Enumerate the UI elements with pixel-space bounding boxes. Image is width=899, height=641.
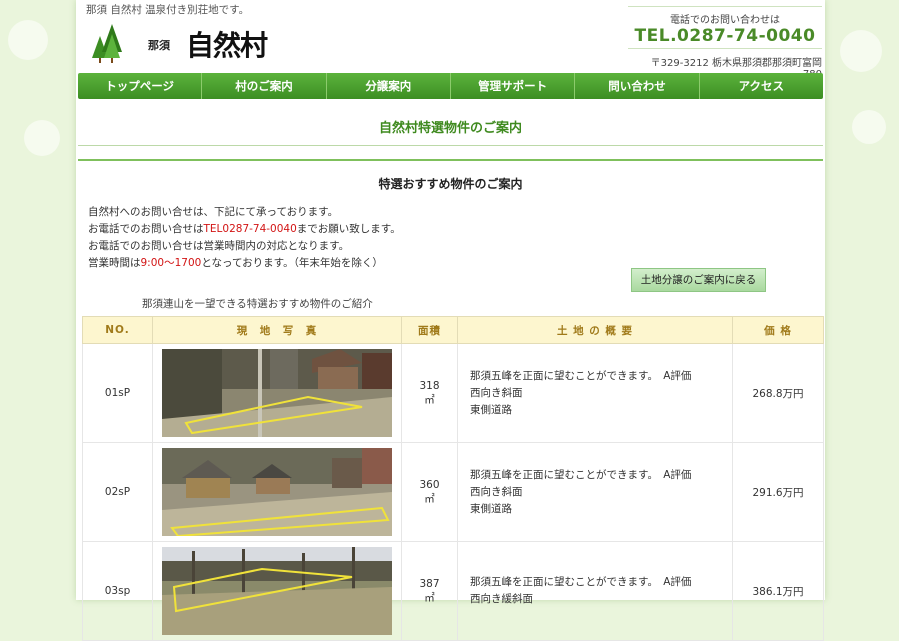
column-header-area: 面積 — [401, 316, 458, 344]
background-leaf — [8, 20, 48, 60]
property-area: 387 ㎡ — [401, 541, 458, 641]
summary-line: 那須五峰を正面に望むことができます。 A評価 — [470, 369, 692, 382]
summary-line: 西向き斜面 — [470, 485, 523, 498]
tree-logo-icon — [92, 24, 122, 63]
summary-line: 西向き斜面 — [470, 386, 523, 399]
background-leaf — [24, 120, 60, 156]
site-logo[interactable]: 那須 自然村 — [90, 22, 270, 66]
info-text: となっております。（年末年始を除く） — [201, 257, 383, 269]
nav-item-top[interactable]: トップページ — [78, 73, 203, 99]
section-title: 特選おすすめ物件のご案内 — [378, 177, 523, 191]
page-title: 自然村特選物件のご案内 — [78, 113, 823, 146]
property-no: 01sP — [82, 343, 153, 443]
column-header-photo: 現 地 写 真 — [152, 316, 402, 344]
intro-text: 那須連山を一望できる特選おすすめ物件のご紹介 — [142, 298, 373, 310]
property-price: 268.8万円 — [732, 343, 824, 443]
nav-item-village[interactable]: 村のご案内 — [202, 73, 327, 99]
background-leaf — [840, 30, 882, 72]
nav-item-sales[interactable]: 分譲案内 — [327, 73, 451, 99]
property-table: NO. 現 地 写 真 面積 土 地 の 概 要 価 格 01sP 318 ㎡ … — [82, 316, 824, 641]
property-summary: 那須五峰を正面に望むことができます。 A評価 西向き斜面 東側道路 — [457, 442, 733, 542]
info-line: お電話でのお問い合せは営業時間内の対応となります。 — [88, 240, 350, 252]
property-price: 291.6万円 — [732, 442, 824, 542]
nav-item-access[interactable]: アクセス — [700, 73, 823, 99]
property-photo[interactable] — [162, 448, 392, 536]
info-text: までお願い致します。 — [296, 223, 401, 235]
logo-prefix: 那須 — [148, 39, 170, 52]
column-header-price: 価 格 — [732, 316, 824, 344]
contact-tel[interactable]: TEL.0287-74-0040 — [628, 26, 822, 48]
column-header-no: NO. — [82, 316, 153, 344]
table-row: 03sp 387 ㎡ 那須五峰を正面に望むことができます。 A評価 西向き緩斜面… — [82, 541, 824, 641]
table-row: 02sP 360 ㎡ 那須五峰を正面に望むことができます。 A評価 西向き斜面 … — [82, 442, 824, 542]
summary-line: 東側道路 — [470, 502, 512, 515]
contact-info: 自然村へのお問い合せは、下記にて承っております。 お電話でのお問い合せはTEL0… — [88, 204, 401, 272]
table-header-row: NO. 現 地 写 真 面積 土 地 の 概 要 価 格 — [82, 316, 824, 344]
column-header-summary: 土 地 の 概 要 — [457, 316, 733, 344]
property-summary: 那須五峰を正面に望むことができます。 A評価 西向き緩斜面 — [457, 541, 733, 641]
info-tel: TEL0287-74-0040 — [203, 223, 297, 235]
area-unit: ㎡ — [424, 591, 435, 604]
nav-item-support[interactable]: 管理サポート — [451, 73, 576, 99]
summary-line: 東側道路 — [470, 403, 512, 416]
area-value: 318 — [419, 379, 440, 392]
table-row: 01sP 318 ㎡ 那須五峰を正面に望むことができます。 A評価 西向き斜面 … — [82, 343, 824, 443]
back-to-sales-button[interactable]: 土地分譲のご案内に戻る — [631, 268, 766, 292]
info-text: お電話でのお問い合せは — [88, 223, 204, 235]
background-leaf — [852, 110, 886, 144]
info-line: 自然村へのお問い合せは、下記にて承っております。 — [88, 206, 339, 218]
title-divider — [78, 159, 823, 161]
property-area: 318 ㎡ — [401, 343, 458, 443]
area-value: 360 — [419, 478, 440, 491]
area-unit: ㎡ — [424, 393, 435, 406]
property-photo-cell — [152, 442, 402, 542]
info-text: 営業時間は — [88, 257, 141, 269]
info-line: お電話でのお問い合せはTEL0287-74-0040までお願い致します。 — [88, 221, 401, 238]
logo-brand-name: 自然村 — [186, 29, 268, 62]
property-photo-cell — [152, 343, 402, 443]
property-area: 360 ㎡ — [401, 442, 458, 542]
site-tagline: 那須 自然村 温泉付き別荘地です。 — [86, 4, 250, 16]
info-hours: 9:00～1700 — [140, 257, 202, 269]
contact-box: 電話でのお問い合わせは TEL.0287-74-0040 — [628, 6, 822, 49]
property-photo[interactable] — [162, 349, 392, 437]
area-unit: ㎡ — [424, 492, 435, 505]
property-no: 03sp — [82, 541, 153, 641]
summary-line: 那須五峰を正面に望むことができます。 A評価 — [470, 576, 692, 588]
property-photo[interactable] — [162, 547, 392, 635]
property-no: 02sP — [82, 442, 153, 542]
property-price: 386.1万円 — [732, 541, 824, 641]
main-nav: トップページ 村のご案内 分譲案内 管理サポート 問い合わせ アクセス — [78, 73, 823, 99]
info-line: 営業時間は9:00～1700となっております。（年末年始を除く） — [88, 255, 401, 272]
page-container: 那須 自然村 温泉付き別荘地です。 那須 自然村 電話でのお問い合わせは TEL… — [76, 0, 825, 641]
property-photo-cell — [152, 541, 402, 641]
nav-item-contact[interactable]: 問い合わせ — [575, 73, 700, 99]
property-summary: 那須五峰を正面に望むことができます。 A評価 西向き斜面 東側道路 — [457, 343, 733, 443]
contact-label: 電話でのお問い合わせは — [670, 15, 780, 26]
area-value: 387 — [419, 577, 440, 590]
summary-line: 那須五峰を正面に望むことができます。 A評価 — [470, 468, 692, 481]
